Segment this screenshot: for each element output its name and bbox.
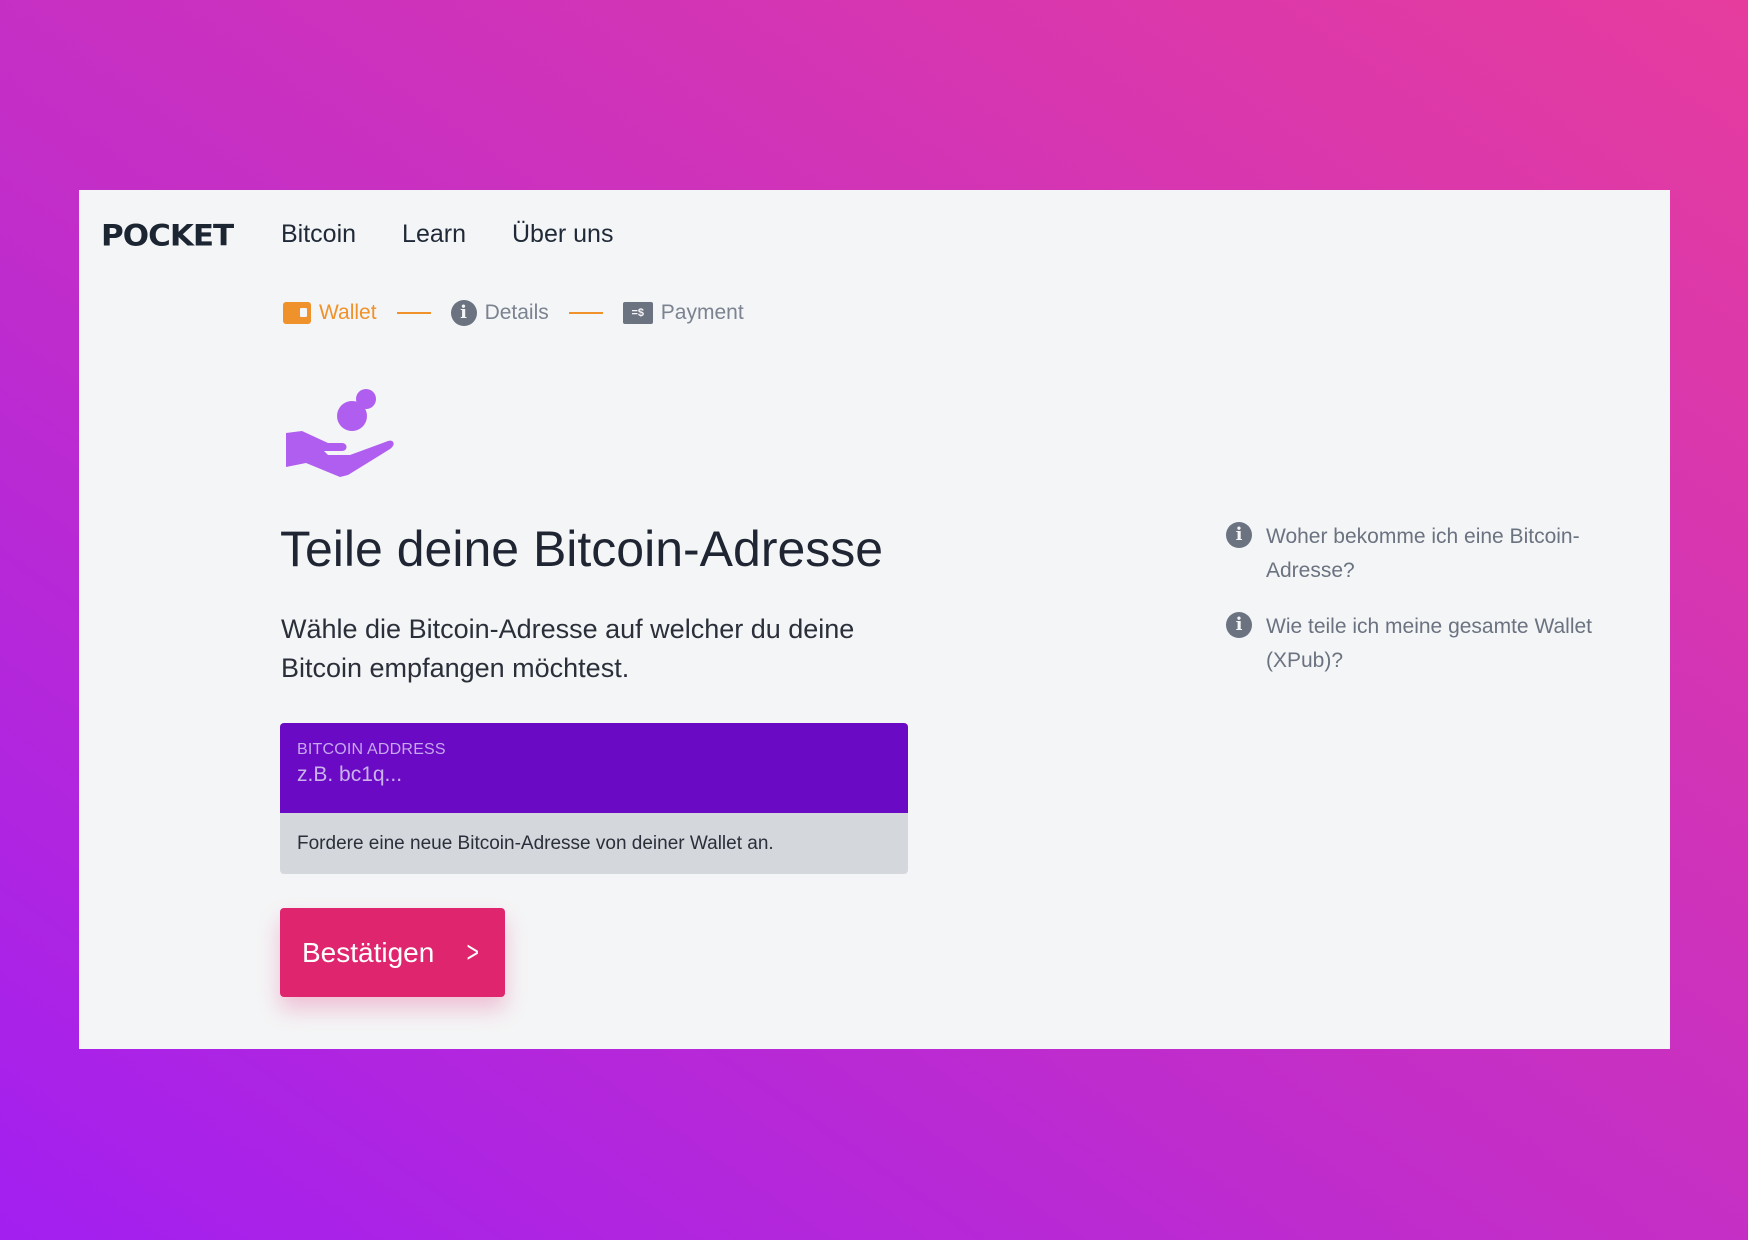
help-sidebar: i Woher bekomme ich eine Bitcoin-Adresse… — [1226, 520, 1626, 700]
step-wallet: Wallet — [283, 301, 377, 325]
help-link-get-address[interactable]: i Woher bekomme ich eine Bitcoin-Adresse… — [1226, 520, 1626, 588]
bitcoin-address-field[interactable]: BITCOIN ADDRESS — [280, 723, 908, 813]
help-link-label: Woher bekomme ich eine Bitcoin-Adresse? — [1266, 525, 1580, 582]
confirm-button-label: Bestätigen — [302, 936, 435, 968]
info-icon: i — [1226, 612, 1252, 638]
step-connector — [568, 312, 603, 314]
info-icon: i — [450, 300, 477, 326]
progress-stepper: Wallet i Details =$ Payment — [283, 300, 744, 326]
confirm-button[interactable]: Bestätigen > — [280, 908, 505, 997]
payment-check-icon: =$ — [622, 302, 653, 324]
page-subtitle: Wähle die Bitcoin-Adresse auf welcher du… — [281, 614, 855, 683]
step-connector — [396, 312, 431, 314]
info-icon: i — [1226, 522, 1252, 548]
logo[interactable]: POCKET — [101, 219, 234, 253]
hand-receiving-coin-icon — [286, 389, 394, 477]
main-nav: Bitcoin Learn Über uns — [281, 220, 613, 249]
bitcoin-address-label: BITCOIN ADDRESS — [297, 741, 446, 758]
wallet-icon — [283, 302, 311, 324]
nav-item-bitcoin[interactable]: Bitcoin — [281, 220, 356, 249]
nav-item-ueber-uns[interactable]: Über uns — [512, 220, 613, 249]
help-link-label: Wie teile ich meine gesamte Wallet (XPub… — [1266, 615, 1593, 672]
step-payment-label: Payment — [660, 301, 744, 324]
step-payment: =$ Payment — [622, 301, 744, 325]
bitcoin-address-hint: Fordere eine neue Bitcoin-Adresse von de… — [280, 813, 908, 874]
step-details-label: Details — [484, 301, 549, 324]
page-title: Teile deine Bitcoin-Adresse — [280, 521, 884, 577]
chevron-right-icon: > — [466, 935, 480, 969]
app-window: POCKET Bitcoin Learn Über uns Wallet i D… — [79, 190, 1670, 1049]
step-wallet-label: Wallet — [319, 301, 377, 324]
bitcoin-address-input[interactable] — [297, 763, 891, 787]
step-details: i Details — [450, 300, 549, 326]
help-link-share-xpub[interactable]: i Wie teile ich meine gesamte Wallet (XP… — [1226, 610, 1626, 678]
nav-item-learn[interactable]: Learn — [402, 220, 466, 249]
